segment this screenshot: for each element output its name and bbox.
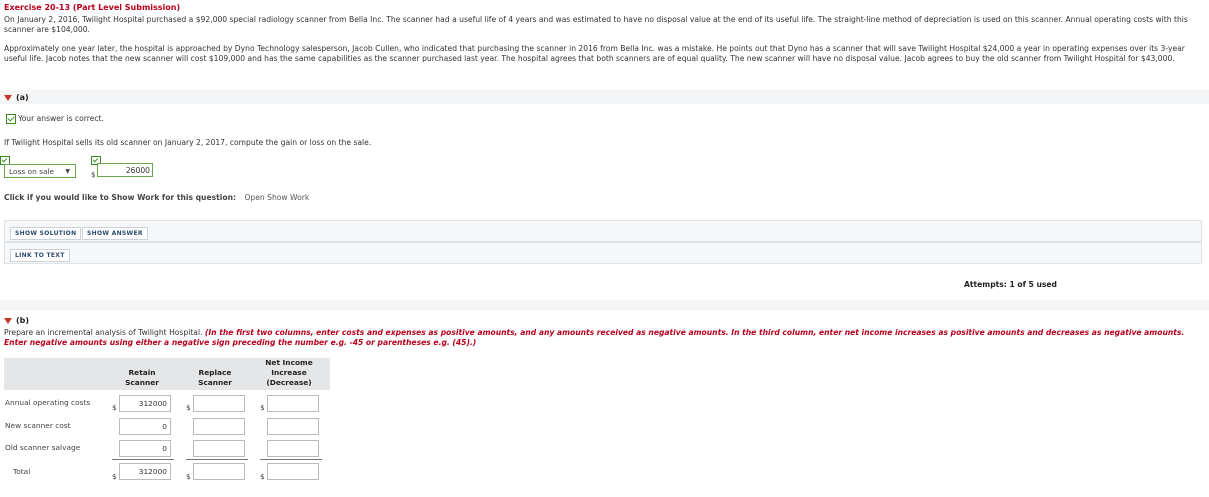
currency-symbol: $ bbox=[112, 403, 117, 412]
total-underline bbox=[186, 459, 248, 460]
part-b-instruction-plain: Prepare an incremental analysis of Twili… bbox=[4, 328, 203, 337]
row-label-total: Total bbox=[13, 467, 31, 476]
correct-message: Your answer is correct. bbox=[18, 114, 104, 123]
part-a-header-bar[interactable] bbox=[0, 90, 1209, 104]
replace-old-scanner-salvage-input[interactable] bbox=[193, 440, 245, 457]
col-header-replace-line1: Replace bbox=[198, 368, 232, 377]
net-income-total-input[interactable] bbox=[267, 463, 319, 480]
attempts-counter: Attempts: 1 of 5 used bbox=[964, 280, 1057, 289]
part-a-label: (a) bbox=[16, 93, 29, 102]
currency-symbol: $ bbox=[112, 472, 117, 481]
show-answer-button[interactable]: SHOW ANSWER bbox=[82, 227, 148, 240]
part-a-question: If Twilight Hospital sells its old scann… bbox=[4, 138, 372, 147]
link-text-panel: LINK TO TEXT bbox=[4, 242, 1202, 264]
show-work-prompt: Click if you would like to Show Work for… bbox=[4, 193, 237, 202]
exercise-title: Exercise 20-13 (Part Level Submission) bbox=[4, 3, 181, 12]
currency-symbol: $ bbox=[260, 472, 265, 481]
part-b-toggle[interactable]: (b) bbox=[4, 316, 29, 325]
checkmark-icon bbox=[6, 114, 16, 124]
solution-buttons-panel: SHOW SOLUTION SHOW ANSWER bbox=[4, 220, 1202, 242]
part-b-separator bbox=[0, 300, 1209, 310]
currency-symbol: $ bbox=[186, 472, 191, 481]
net-income-annual-operating-costs-input[interactable] bbox=[267, 395, 319, 412]
net-income-old-scanner-salvage-input[interactable] bbox=[267, 440, 319, 457]
gain-loss-select-value: Loss on sale bbox=[9, 167, 55, 176]
col-header-replace: Replace Scanner bbox=[185, 368, 245, 388]
currency-symbol: $ bbox=[186, 403, 191, 412]
show-work-row: Click if you would like to Show Work for… bbox=[4, 193, 309, 202]
retain-new-scanner-cost-input[interactable]: 0 bbox=[119, 418, 171, 435]
row-label-new-scanner-cost: New scanner cost bbox=[5, 421, 71, 430]
col-header-replace-line2: Scanner bbox=[198, 378, 232, 387]
currency-symbol: $ bbox=[91, 171, 96, 179]
dropdown-arrow-icon: ▼ bbox=[65, 168, 70, 175]
collapse-triangle-icon bbox=[4, 317, 12, 324]
retain-total-input[interactable]: 312000 bbox=[119, 463, 171, 480]
replace-total-input[interactable] bbox=[193, 463, 245, 480]
col-header-retain-line1: Retain bbox=[128, 368, 156, 377]
col-header-retain-line2: Scanner bbox=[125, 378, 159, 387]
col-header-net-income: Net Income Increase (Decrease) bbox=[256, 358, 322, 388]
part-b-label: (b) bbox=[16, 316, 30, 325]
retain-old-scanner-salvage-input[interactable]: 0 bbox=[119, 440, 171, 457]
replace-annual-operating-costs-input[interactable] bbox=[193, 395, 245, 412]
part-a-toggle[interactable]: (a) bbox=[4, 93, 29, 102]
col-header-net-income-line2: Increase bbox=[271, 368, 307, 377]
gain-loss-amount-input[interactable]: 26000 bbox=[97, 163, 153, 177]
total-underline bbox=[112, 459, 174, 460]
show-solution-button[interactable]: SHOW SOLUTION bbox=[10, 227, 82, 240]
part-b-instructions: Prepare an incremental analysis of Twili… bbox=[4, 328, 1199, 348]
row-label-old-scanner-salvage: Old scanner salvage bbox=[5, 443, 81, 452]
total-underline bbox=[260, 459, 322, 460]
link-to-text-button[interactable]: LINK TO TEXT bbox=[10, 249, 70, 262]
open-show-work-link[interactable]: Open Show Work bbox=[244, 193, 309, 202]
collapse-triangle-icon bbox=[4, 94, 12, 101]
intro-paragraph-2: Approximately one year later, the hospit… bbox=[4, 44, 1185, 63]
currency-symbol: $ bbox=[260, 403, 265, 412]
retain-annual-operating-costs-input[interactable]: 312000 bbox=[119, 395, 171, 412]
intro-paragraph-1: On January 2, 2016, Twilight Hospital pu… bbox=[4, 15, 1188, 34]
correct-feedback: Your answer is correct. bbox=[6, 114, 104, 124]
col-header-net-income-line3: (Decrease) bbox=[266, 378, 312, 387]
col-header-retain: Retain Scanner bbox=[112, 368, 172, 388]
gain-loss-select[interactable]: Loss on sale ▼ bbox=[4, 164, 76, 178]
replace-new-scanner-cost-input[interactable] bbox=[193, 418, 245, 435]
row-label-annual-operating-costs: Annual operating costs bbox=[5, 398, 91, 407]
net-income-new-scanner-cost-input[interactable] bbox=[267, 418, 319, 435]
col-header-net-income-line1: Net Income bbox=[265, 358, 313, 367]
